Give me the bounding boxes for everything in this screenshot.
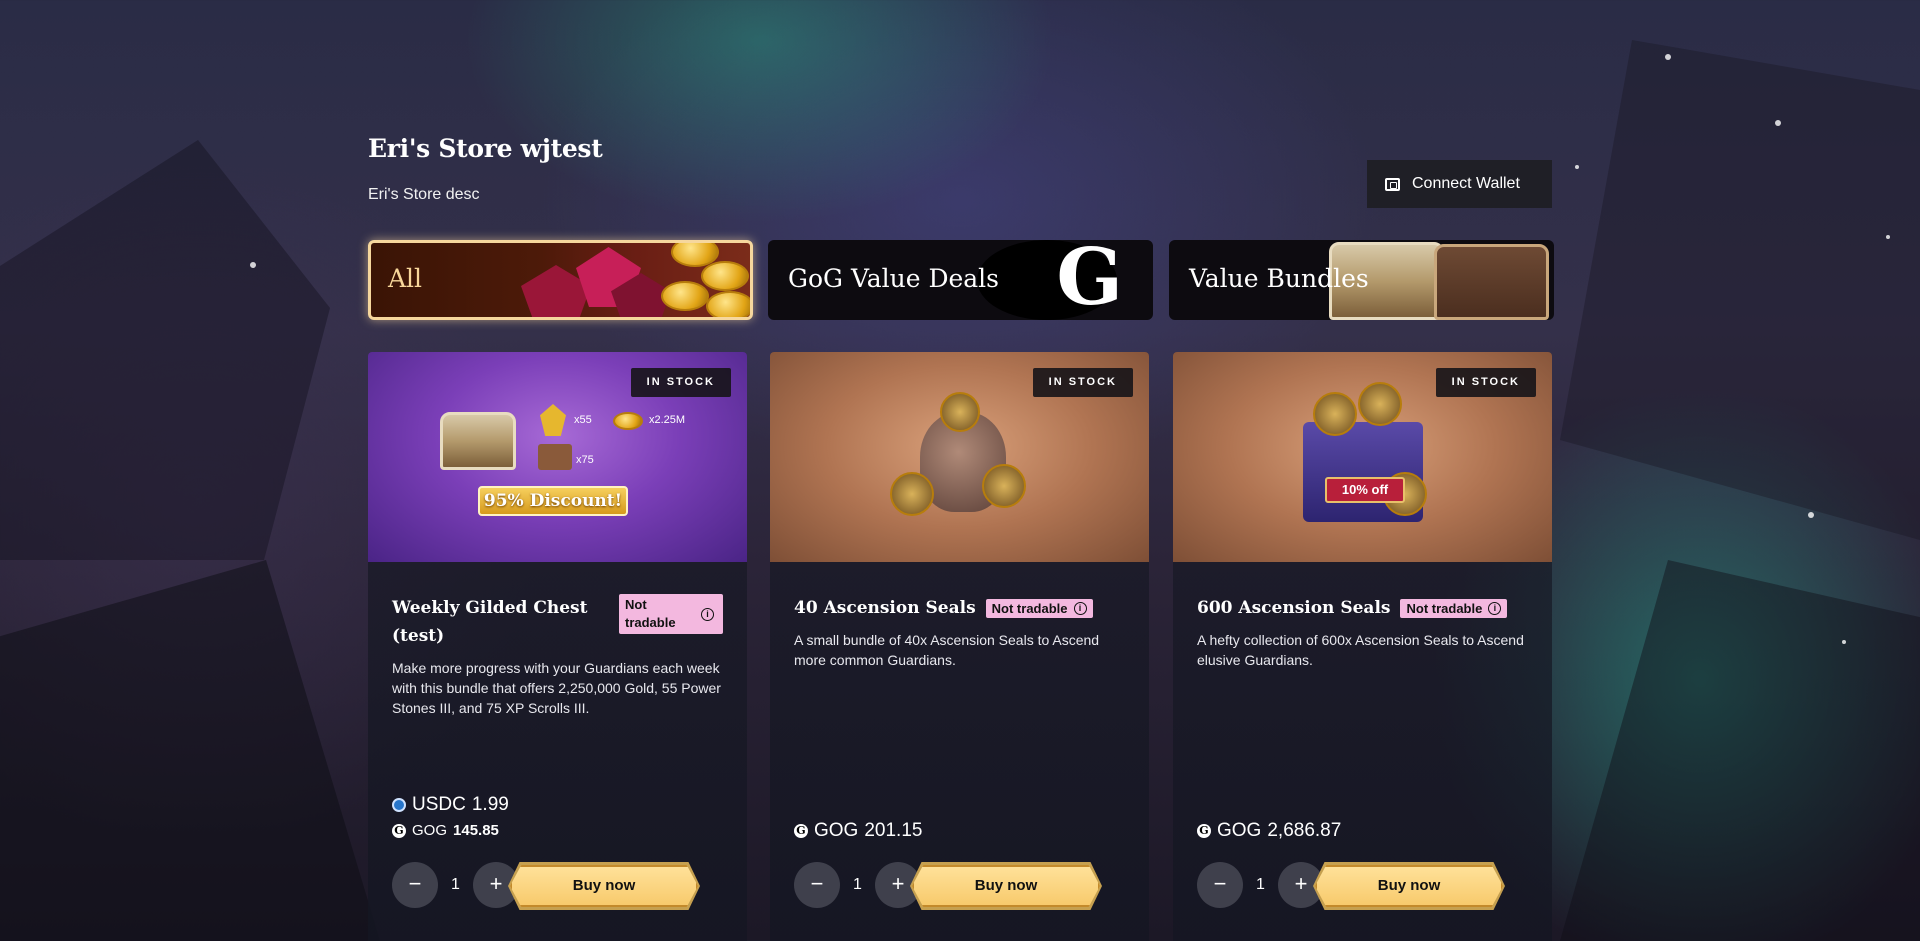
discount-banner: 95% Discount! <box>478 486 628 516</box>
not-tradable-badge[interactable]: Not tradable i <box>985 598 1093 618</box>
quantity-value: 1 <box>451 876 460 893</box>
background-rock <box>0 140 330 560</box>
badge-label: Not tradable <box>991 600 1068 616</box>
gog-icon: G <box>1197 824 1211 838</box>
card-body: 600 Ascension Seals Not tradable i A hef… <box>1173 562 1552 670</box>
gog-icon: G <box>794 824 808 838</box>
usdc-icon <box>392 798 406 812</box>
decrease-quantity-button[interactable]: − <box>1197 862 1243 908</box>
info-icon: i <box>701 607 714 621</box>
quantity-stepper: − 1 + <box>794 862 921 908</box>
category-label: GoG Value Deals <box>788 264 1000 293</box>
gog-icon: G <box>392 823 406 838</box>
background-rock <box>1560 560 1920 941</box>
not-tradable-badge[interactable]: Not tradable i <box>1400 598 1508 618</box>
category-tab-gog-value-deals[interactable]: G GoG Value Deals <box>768 240 1153 320</box>
stock-badge: IN STOCK <box>1435 368 1536 397</box>
connect-wallet-label: Connect Wallet <box>1412 175 1520 192</box>
price-gog: G GOG 145.85 <box>392 822 499 839</box>
buy-now-button[interactable]: Buy now <box>510 865 698 907</box>
chest-image <box>1434 244 1549 320</box>
snowflake <box>1665 54 1671 60</box>
product-card: x55 x2.25M x75 95% Discount! IN STOCK We… <box>368 352 747 941</box>
card-body: 40 Ascension Seals Not tradable i A smal… <box>770 562 1149 670</box>
store-description: Eri's Store desc <box>368 186 480 203</box>
price-amount: 201.15 <box>864 820 923 841</box>
coin-image <box>706 291 750 317</box>
gog-logo-icon: G <box>1056 240 1123 320</box>
badge-label: Not tradable <box>625 597 676 630</box>
product-description: A small bundle of 40x Ascension Seals to… <box>794 632 1100 668</box>
power-stone-image <box>540 404 566 436</box>
category-tabs: All G GoG Value Deals Value Bundles <box>368 240 1554 320</box>
price-currency: USDC <box>412 794 466 815</box>
price-gog: G GOG 201.15 <box>794 820 922 842</box>
price-amount: 2,686.87 <box>1267 820 1342 841</box>
seal-coin-image <box>890 472 934 516</box>
price-gog: G GOG 2,686.87 <box>1197 820 1341 842</box>
price-usdc: USDC 1.99 <box>392 794 509 816</box>
product-image: IN STOCK <box>770 352 1149 562</box>
coin-image <box>701 261 749 291</box>
quantity-stepper: − 1 + <box>1197 862 1324 908</box>
scroll-image <box>538 444 572 470</box>
product-card: IN STOCK 40 Ascension Seals Not tradable… <box>770 352 1149 941</box>
category-tab-value-bundles[interactable]: Value Bundles <box>1169 240 1554 320</box>
connect-wallet-button[interactable]: Connect Wallet <box>1367 160 1552 208</box>
coin-image <box>661 281 709 311</box>
product-card: 10% off IN STOCK 600 Ascension Seals Not… <box>1173 352 1552 941</box>
info-icon: i <box>1488 601 1502 615</box>
quantity-value: 1 <box>853 876 862 893</box>
price-currency: GOG <box>1217 820 1262 841</box>
gold-count: x2.25M <box>649 414 686 426</box>
snowflake <box>1886 235 1890 239</box>
chest-image <box>440 412 516 470</box>
product-title: Weekly Gilded Chest (test) <box>392 598 588 646</box>
quantity-stepper: − 1 + <box>392 862 519 908</box>
background-rock <box>0 560 380 941</box>
discount-ribbon: 10% off <box>1325 477 1405 503</box>
price-currency: GOG <box>814 820 859 841</box>
seal-coin-image <box>1313 392 1357 436</box>
product-title: 40 Ascension Seals <box>794 598 976 618</box>
decrease-quantity-button[interactable]: − <box>392 862 438 908</box>
product-description: A hefty collection of 600x Ascension Sea… <box>1197 632 1524 668</box>
info-icon: i <box>1073 601 1087 615</box>
product-description: Make more progress with your Guardians e… <box>392 660 721 716</box>
snowflake <box>1808 512 1814 518</box>
price-amount: 145.85 <box>453 822 499 839</box>
stock-badge: IN STOCK <box>630 368 731 397</box>
product-title: 600 Ascension Seals <box>1197 598 1391 618</box>
snowflake <box>1842 640 1846 644</box>
badge-label: Not tradable <box>1406 600 1483 616</box>
store-title: Eri's Store wjtest <box>368 134 603 163</box>
gold-image <box>613 412 643 430</box>
snowflake <box>250 262 256 268</box>
decrease-quantity-button[interactable]: − <box>794 862 840 908</box>
stock-badge: IN STOCK <box>1032 368 1133 397</box>
stones-count: x55 <box>574 414 592 426</box>
snowflake <box>1575 165 1579 169</box>
scrolls-count: x75 <box>576 454 594 466</box>
seal-coin-image <box>982 464 1026 508</box>
seal-coin-image <box>1358 382 1402 426</box>
product-image: 10% off IN STOCK <box>1173 352 1552 562</box>
quantity-value: 1 <box>1256 876 1265 893</box>
not-tradable-badge[interactable]: Not tradable i <box>619 594 723 634</box>
category-label: All <box>388 264 423 293</box>
seal-coin-image <box>940 392 980 432</box>
buy-now-button[interactable]: Buy now <box>912 865 1100 907</box>
background-rock <box>1560 40 1920 540</box>
category-tab-all[interactable]: All <box>368 240 753 320</box>
price-amount: 1.99 <box>471 794 509 815</box>
wallet-icon <box>1385 177 1400 191</box>
product-image: x55 x2.25M x75 95% Discount! IN STOCK <box>368 352 747 562</box>
buy-now-button[interactable]: Buy now <box>1315 865 1503 907</box>
price-currency: GOG <box>412 822 448 839</box>
category-label: Value Bundles <box>1189 264 1369 293</box>
snowflake <box>1775 120 1781 126</box>
card-body: Weekly Gilded Chest (test) Not tradable … <box>368 562 747 718</box>
